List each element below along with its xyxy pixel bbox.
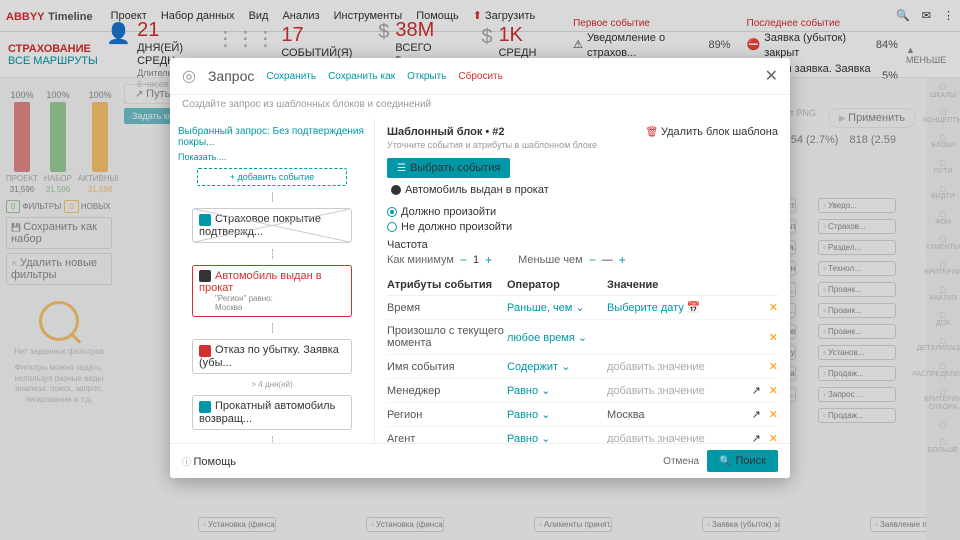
modal-footer: ⓘ Помощь Отмена 🔍 Поиск bbox=[170, 443, 790, 478]
attr-name: Регион bbox=[387, 409, 507, 421]
selected-query[interactable]: Выбранный запрос: Без подтверждения покр… bbox=[178, 126, 366, 148]
attr-row: МенеджерРавнодобавить значение↗ ✕ bbox=[387, 379, 778, 403]
value-input[interactable]: Выберите дату 📅 bbox=[607, 301, 769, 314]
show-link[interactable]: Показать ... bbox=[178, 152, 366, 162]
remove-icon[interactable]: ✕ bbox=[769, 301, 778, 314]
min-stepper[interactable]: −1+ bbox=[460, 253, 492, 267]
value-input[interactable]: Москва bbox=[607, 409, 752, 421]
attr-row: Имя событияСодержитдобавить значение✕ bbox=[387, 355, 778, 379]
save-link[interactable]: Сохранить bbox=[266, 71, 316, 82]
search-button[interactable]: 🔍 Поиск bbox=[707, 450, 778, 472]
operator-select[interactable]: Содержит bbox=[507, 360, 607, 373]
remove-icon[interactable]: ✕ bbox=[769, 331, 778, 344]
choose-events-button[interactable]: ☰ Выбрать события bbox=[387, 158, 510, 178]
value-input[interactable]: добавить значение bbox=[607, 361, 769, 373]
operator-select[interactable]: Равно bbox=[507, 408, 607, 421]
remove-icon[interactable]: ✕ bbox=[769, 408, 778, 421]
attr-row: ВремяРаньше, чемВыберите дату 📅✕ bbox=[387, 296, 778, 320]
attr-row: АгентРавнодобавить значение↗ ✕ bbox=[387, 427, 778, 443]
close-icon[interactable]: ✕ bbox=[765, 66, 778, 86]
reset-link[interactable]: Сбросить bbox=[458, 71, 502, 82]
operator-select[interactable]: Раньше, чем bbox=[507, 301, 607, 314]
must-happen-radio[interactable]: Должно произойти bbox=[387, 206, 778, 218]
remove-icon[interactable]: ✕ bbox=[769, 384, 778, 397]
attr-name: Менеджер bbox=[387, 385, 507, 397]
block-title: Шаблонный блок • #2 bbox=[387, 126, 505, 138]
selected-event-tag[interactable]: Автомобиль выдан в прокат bbox=[391, 184, 549, 196]
external-icon[interactable]: ↗ bbox=[752, 384, 761, 397]
remove-icon[interactable]: ✕ bbox=[769, 432, 778, 443]
attrs-header: Атрибуты событияОператорЗначение bbox=[387, 279, 778, 296]
value-input[interactable]: добавить значение bbox=[607, 433, 752, 444]
modal-title: Запрос bbox=[208, 68, 254, 84]
attr-name: Время bbox=[387, 302, 507, 314]
modal-header: ◎ Запрос Сохранить Сохранить как Открыть… bbox=[170, 58, 790, 95]
query-flow-panel: Выбранный запрос: Без подтверждения покр… bbox=[170, 118, 375, 443]
operator-select[interactable]: Равно bbox=[507, 384, 607, 397]
attr-row: РегионРавноМосква↗ ✕ bbox=[387, 403, 778, 427]
flow-node-1[interactable]: Страховое покрытие подтвержд... bbox=[192, 208, 352, 243]
cancel-button[interactable]: Отмена bbox=[663, 456, 699, 467]
attr-name: Произошло с текущего момента bbox=[387, 325, 507, 349]
operator-select[interactable]: любое время bbox=[507, 331, 607, 344]
help-link[interactable]: ⓘ Помощь bbox=[182, 455, 236, 468]
flow-node-2[interactable]: Автомобиль выдан в прокат"Регион" равно:… bbox=[192, 265, 352, 318]
external-icon[interactable]: ↗ bbox=[752, 408, 761, 421]
delete-block-button[interactable]: 🗑 Удалить блок шаблона bbox=[646, 126, 778, 138]
flow-node-3[interactable]: Отказ по убытку. Заявка (убы... bbox=[192, 339, 352, 374]
query-modal: ◎ Запрос Сохранить Сохранить как Открыть… bbox=[170, 58, 790, 478]
external-icon[interactable]: ↗ bbox=[752, 432, 761, 443]
must-not-happen-radio[interactable]: Не должно произойти bbox=[387, 221, 778, 233]
flow-node-4[interactable]: Прокатный автомобиль возвращ... bbox=[192, 395, 352, 430]
attr-name: Агент bbox=[387, 433, 507, 444]
value-input[interactable]: добавить значение bbox=[607, 385, 752, 397]
query-icon: ◎ bbox=[182, 66, 196, 86]
operator-select[interactable]: Равно bbox=[507, 432, 607, 443]
add-event-top[interactable]: + добавить событие bbox=[197, 168, 347, 186]
block-config-panel: Шаблонный блок • #2 🗑 Удалить блок шабло… bbox=[375, 118, 790, 443]
modal-subtitle: Создайте запрос из шаблонных блоков и со… bbox=[170, 95, 790, 118]
remove-icon[interactable]: ✕ bbox=[769, 360, 778, 373]
save-as-link[interactable]: Сохранить как bbox=[328, 71, 395, 82]
open-link[interactable]: Открыть bbox=[407, 71, 446, 82]
attr-row: Произошло с текущего моменталюбое время ✕ bbox=[387, 320, 778, 355]
less-stepper[interactable]: −—+ bbox=[589, 253, 626, 267]
attr-name: Имя события bbox=[387, 361, 507, 373]
